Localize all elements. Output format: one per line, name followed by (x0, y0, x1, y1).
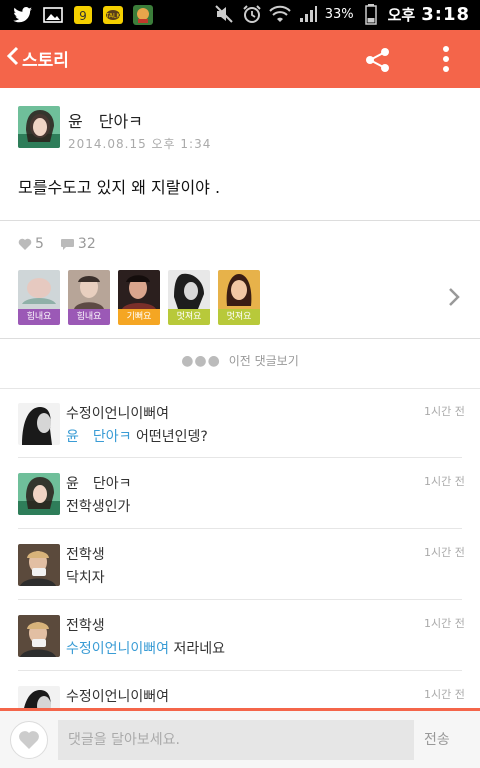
comment-time: 1시간 전 (424, 405, 465, 418)
reaction-label: 멋져요 (218, 309, 260, 325)
clock-time: 3:18 (421, 3, 470, 25)
reaction-label: 멋져요 (168, 309, 210, 325)
avatar[interactable] (18, 403, 60, 445)
comment-input[interactable] (58, 720, 414, 760)
battery-percent: 33% (324, 6, 354, 22)
like-button[interactable] (10, 721, 48, 759)
chevron-left-icon (6, 46, 20, 71)
comment-body: 저라네요 (169, 641, 226, 657)
reaction-label: 힘내요 (18, 309, 60, 325)
comment-time: 1시간 전 (424, 475, 465, 488)
battery-icon (360, 3, 382, 25)
heart-icon (19, 731, 39, 749)
reaction-label: 힘내요 (68, 309, 110, 325)
divider (18, 670, 462, 671)
comment-author[interactable]: 수정이언니이뻐여 (66, 686, 169, 706)
load-previous-label: 이전 댓글보기 (228, 354, 299, 368)
status-bar: 9 TALK 33% 오후 3:18 (0, 0, 480, 30)
avatar[interactable] (18, 473, 60, 515)
post-author[interactable]: 윤 단아ㅋ (68, 108, 143, 132)
back-label: 스토리 (22, 51, 69, 71)
share-icon (366, 48, 389, 72)
reaction-label: 기뻐요 (118, 309, 160, 325)
divider (0, 338, 480, 339)
more-options-button[interactable] (434, 44, 458, 74)
alarm-icon (241, 3, 263, 25)
reaction-avatar (218, 270, 260, 309)
speech-bubble-icon (60, 238, 74, 250)
reaction-avatar (168, 270, 210, 309)
app-header: 스토리 (0, 30, 480, 88)
comment-time: 1시간 전 (424, 688, 465, 701)
mention-link[interactable]: 수정이언니이뻐여 (66, 641, 169, 657)
load-previous-comments[interactable]: ●●● 이전 댓글보기 (0, 352, 480, 369)
reactions-more-button[interactable] (446, 286, 462, 308)
comment-time: 1시간 전 (424, 617, 465, 630)
comment-body: 어떤년인뎅? (131, 429, 208, 445)
dots-icon: ●●● (181, 353, 221, 369)
comment-text: 전학생인가 (66, 496, 130, 516)
comment-author[interactable]: 전학생 (66, 615, 105, 635)
back-button[interactable]: 스토리 (6, 46, 69, 71)
signal-icon (297, 3, 319, 25)
send-button[interactable]: 전송 (424, 729, 450, 749)
like-count-value: 5 (35, 236, 44, 252)
avatar[interactable] (18, 615, 60, 657)
wifi-icon (268, 3, 291, 25)
divider (0, 220, 480, 221)
reaction-item[interactable]: 멋져요 (168, 270, 210, 325)
heart-icon (18, 238, 32, 250)
mention-link[interactable]: 윤 단아ㅋ (66, 429, 132, 445)
clock-ampm: 오후 (387, 5, 416, 24)
avatar[interactable] (18, 544, 60, 586)
twitter-icon (12, 4, 34, 26)
svg-text:9: 9 (79, 9, 87, 23)
reaction-avatar (18, 270, 60, 309)
post-date: 2014.08.15 오후 1:34 (68, 137, 212, 151)
comment-body: 전학생인가 (66, 499, 131, 515)
comment-count[interactable]: 32 (60, 236, 96, 252)
comment-text: 닥치자 (66, 567, 105, 587)
comment-count-value: 32 (77, 236, 96, 252)
comment-input-bar: 전송 (0, 708, 480, 768)
comment-text: 수정이언니이뻐여 저라네요 (66, 638, 225, 658)
kakaopage-icon: 9 (72, 4, 94, 26)
mute-icon (213, 3, 235, 25)
svg-text:TALK: TALK (105, 13, 122, 20)
reaction-item[interactable]: 힘내요 (68, 270, 110, 325)
chevron-right-icon (449, 288, 460, 306)
gallery-icon (42, 4, 64, 26)
comment-author[interactable]: 윤 단아ㅋ (66, 473, 132, 493)
comment-author[interactable]: 수정이언니이뻐여 (66, 403, 169, 423)
comment-body: 닥치자 (66, 570, 105, 586)
kebab-menu-icon (443, 46, 449, 72)
divider (18, 528, 462, 529)
comment-text: 윤 단아ㅋ 어떤년인뎅? (66, 426, 208, 446)
reaction-list[interactable]: 힘내요 힘내요 기뻐요 멋져요 멋져요 (18, 270, 260, 325)
reaction-avatar (118, 270, 160, 309)
divider (18, 599, 462, 600)
reaction-item[interactable]: 힘내요 (18, 270, 60, 325)
post-stats: 5 32 (18, 236, 108, 252)
reaction-item[interactable]: 기뻐요 (118, 270, 160, 325)
reaction-item[interactable]: 멋져요 (218, 270, 260, 325)
comment-item: 전학생 1시간 전 수정이언니이뻐여 저라네요 (0, 601, 480, 671)
comment-item: 수정이언니이뻐여 1시간 전 윤 단아ㅋ 어떤년인뎅? (0, 388, 480, 458)
comment-item: 윤 단아ㅋ 1시간 전 전학생인가 (0, 459, 480, 529)
share-button[interactable] (364, 46, 392, 74)
divider (18, 457, 462, 458)
comment-author[interactable]: 전학생 (66, 544, 105, 564)
reaction-avatar (68, 270, 110, 309)
comment-item: 전학생 1시간 전 닥치자 (0, 530, 480, 600)
story-post: 윤 단아ㅋ 2014.08.15 오후 1:34 모를수도고 있지 왜 지랄이야… (0, 88, 480, 220)
comment-time: 1시간 전 (424, 546, 465, 559)
avatar[interactable] (18, 106, 60, 148)
like-count[interactable]: 5 (18, 236, 44, 252)
game-icon (132, 4, 154, 26)
post-body: 모를수도고 있지 왜 지랄이야 . (18, 178, 221, 197)
kakaotalk-icon: TALK (102, 4, 124, 26)
